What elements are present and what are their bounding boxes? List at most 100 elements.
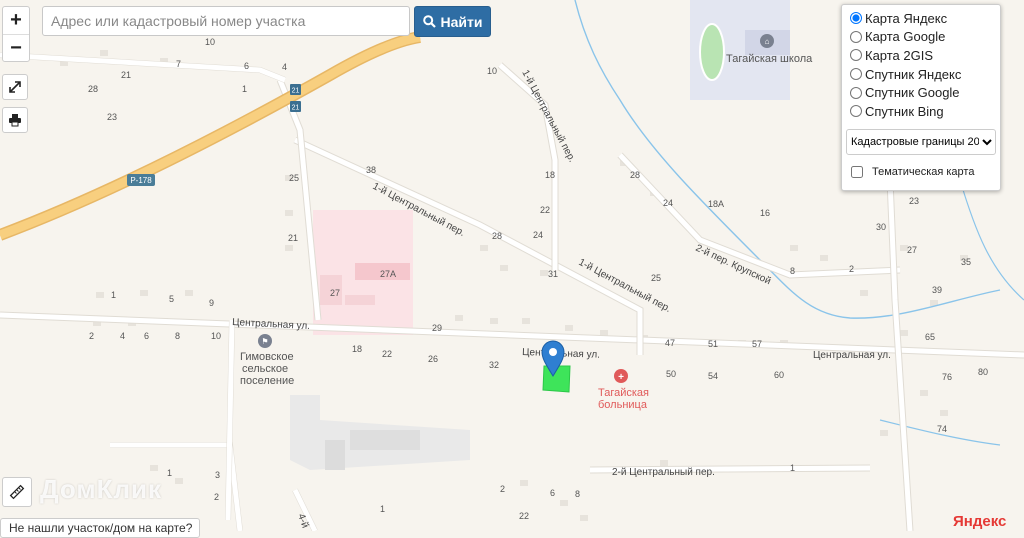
house-number: 31 <box>548 269 558 279</box>
layer-option-google-satellite[interactable]: Спутник Google <box>850 83 992 102</box>
layer-option-yandex-map[interactable]: Карта Яндекс <box>850 9 992 28</box>
road-badge: Р-178 <box>127 174 155 186</box>
layer-option-bing-satellite[interactable]: Спутник Bing <box>850 102 992 121</box>
house-number: 18A <box>708 199 724 209</box>
house-number: 38 <box>366 165 376 175</box>
house-number: 16 <box>760 208 770 218</box>
zoom-control: + − <box>2 6 30 62</box>
ruler-button[interactable] <box>2 477 32 507</box>
cadastral-select[interactable]: Кадастровые границы 2024 <box>846 128 996 155</box>
zoom-out-button[interactable]: − <box>3 34 29 62</box>
house-number: 1 <box>111 290 116 300</box>
domclick-watermark: ДомКлик <box>40 474 162 504</box>
hospital-area <box>313 210 413 335</box>
house-number: 5 <box>169 294 174 304</box>
layer-option-google-map[interactable]: Карта Google <box>850 28 992 47</box>
layer-option-yandex-satellite[interactable]: Спутник Яндекс <box>850 65 992 84</box>
house-number: 2 <box>214 492 219 502</box>
house-number: 1 <box>790 463 795 473</box>
layer-radio-google-satellite[interactable] <box>850 86 862 99</box>
house-number: 21 <box>288 233 298 243</box>
house-number: 27 <box>330 288 340 298</box>
map-layers-panel: Карта Яндекс Карта Google Карта 2GIS Спу… <box>841 4 1001 191</box>
search-icon <box>422 15 436 28</box>
layer-label: Карта 2GIS <box>865 47 934 63</box>
yandex-attribution[interactable]: Яндекс <box>953 513 1006 530</box>
layer-option-2gis-map[interactable]: Карта 2GIS <box>850 46 992 65</box>
house-number: 28 <box>492 231 502 241</box>
svg-text:⌂: ⌂ <box>765 37 770 46</box>
house-number: 74 <box>937 424 947 434</box>
house-number: 1 <box>380 504 385 514</box>
house-number: 6 <box>550 488 555 498</box>
house-number: 23 <box>107 112 117 122</box>
layer-radio-yandex-map[interactable] <box>850 12 862 25</box>
house-number: 18 <box>545 170 555 180</box>
house-number: 8 <box>575 489 580 499</box>
admin-label-1: Гимовское <box>240 351 294 363</box>
house-number: 60 <box>774 370 784 380</box>
house-number: 29 <box>432 323 442 333</box>
house-number: 28 <box>630 170 640 180</box>
hospital-label-1: Тагайская <box>598 387 649 399</box>
svg-text:⚑: ⚑ <box>261 337 268 346</box>
house-number: 6 <box>144 331 149 341</box>
house-number: 3 <box>215 470 220 480</box>
house-number: 54 <box>708 371 718 381</box>
layer-radio-2gis-map[interactable] <box>850 49 862 62</box>
print-button[interactable] <box>2 107 28 133</box>
house-number: 25 <box>289 173 299 183</box>
thematic-map-label: Тематическая карта <box>872 165 975 178</box>
house-number: 47 <box>665 338 675 348</box>
school-area <box>690 0 790 100</box>
not-found-link[interactable]: Не нашли участок/дом на карте? <box>0 518 200 538</box>
layer-label: Карта Google <box>865 29 946 45</box>
admin-label-3: поселение <box>240 375 294 387</box>
house-number: 24 <box>533 230 543 240</box>
layer-label: Спутник Яндекс <box>865 66 962 82</box>
house-number: 24 <box>663 198 673 208</box>
house-number: 10 <box>487 66 497 76</box>
thematic-map-toggle[interactable]: Тематическая карта <box>850 163 992 182</box>
house-number: 35 <box>961 257 971 267</box>
layer-label: Спутник Bing <box>865 103 944 119</box>
admin-label-2: сельское <box>242 363 288 375</box>
fullscreen-button[interactable] <box>2 74 28 100</box>
layer-radio-google-map[interactable] <box>850 30 862 43</box>
house-number: 26 <box>428 354 438 364</box>
house-number: 9 <box>209 298 214 308</box>
house-number: 51 <box>708 339 718 349</box>
house-number: 22 <box>382 349 392 359</box>
house-number: 8 <box>790 266 795 276</box>
layer-radio-bing-satellite[interactable] <box>850 105 862 118</box>
house-number: 27A <box>380 269 396 279</box>
expand-icon <box>9 81 21 93</box>
house-number: 2 <box>89 331 94 341</box>
house-number: 76 <box>942 372 952 382</box>
house-number: 2 <box>500 484 505 494</box>
svg-text:21: 21 <box>292 88 300 95</box>
house-number: 57 <box>752 339 762 349</box>
school-label: Тагайская школа <box>726 53 813 65</box>
search-button-label: Найти <box>440 13 483 30</box>
house-number: 39 <box>932 285 942 295</box>
svg-text:+: + <box>618 372 624 383</box>
layer-radio-yandex-satellite[interactable] <box>850 68 862 81</box>
house-number: 18 <box>352 344 362 354</box>
print-icon <box>9 114 21 127</box>
thematic-map-checkbox[interactable] <box>851 165 863 178</box>
house-number: 22 <box>519 511 529 521</box>
zoom-in-button[interactable]: + <box>3 7 29 34</box>
search-button[interactable]: Найти <box>414 6 491 37</box>
house-number: 65 <box>925 332 935 342</box>
house-number: 7 <box>176 59 181 69</box>
house-number: 32 <box>489 360 499 370</box>
house-number: 10 <box>205 37 215 47</box>
house-number: 28 <box>88 84 98 94</box>
search-input[interactable] <box>42 6 410 36</box>
house-number: 1 <box>167 468 172 478</box>
house-number: 1 <box>242 84 247 94</box>
house-number: 22 <box>540 205 550 215</box>
layer-label: Спутник Google <box>865 85 960 101</box>
house-number: 30 <box>876 222 886 232</box>
